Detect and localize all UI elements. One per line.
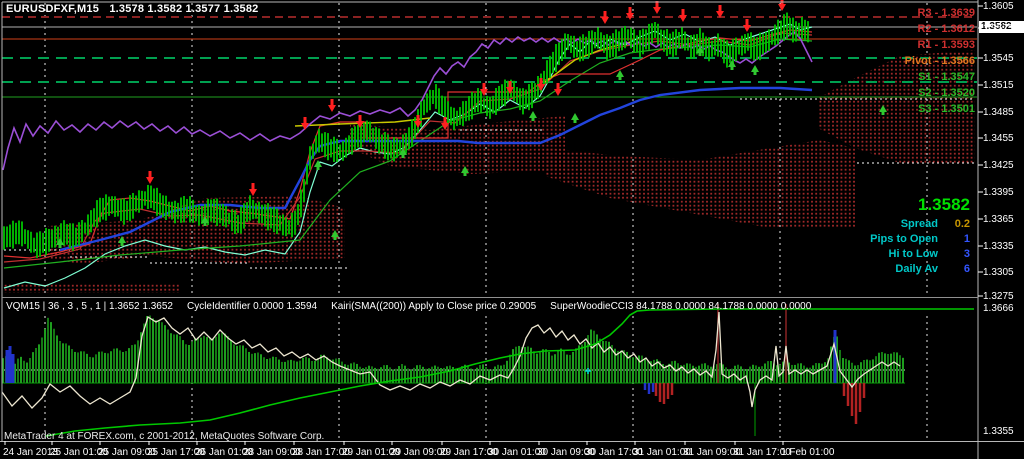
price-scale-label: 1.3575 (983, 23, 1014, 34)
indicator-header: VQM15 | 36 , 3 , 5 , 1 | 1.3652 1.3652 Cy… (6, 301, 825, 312)
stat-value: 0.2 (938, 218, 970, 230)
stat-label: Hi to Low (889, 248, 939, 260)
indicator-scale-label: 1.3666 (983, 303, 1014, 314)
stat-value: 1 (938, 233, 970, 245)
price-scale-label: 1.3515 (983, 80, 1014, 91)
indicator-scale-label: 1.3355 (983, 426, 1014, 437)
price-scale-label: 1.3365 (983, 214, 1014, 225)
indicator-header-segment: VQM15 | 36 , 3 , 5 , 1 | 1.3652 1.3652 (6, 301, 173, 312)
price-scale-label: 1.3275 (983, 291, 1014, 302)
price-scale-label: 1.3425 (983, 160, 1014, 171)
pivot-level-label: R2 - 1.3612 (918, 24, 975, 35)
price-scale-label: 1.3335 (983, 241, 1014, 252)
market-stat-row: Pips to Open1 (800, 233, 970, 245)
stat-label: Daily Av (895, 263, 938, 275)
indicator-header-segment: CycleIdentifier 0.0000 1.3594 (187, 301, 317, 312)
price-scale-label: 1.3395 (983, 187, 1014, 198)
market-stat-row: Daily Av6 (800, 263, 970, 275)
stat-label: Spread (901, 218, 938, 230)
price-scale-label: 1.3485 (983, 107, 1014, 118)
price-scale-label: 1.3455 (983, 133, 1014, 144)
pivot-level-label: R1 - 1.3593 (918, 40, 975, 51)
pivot-level-label: S1 - 1.3547 (918, 72, 975, 83)
symbol-timeframe-label: EURUSDFXF,M15 (6, 3, 99, 15)
ohlc-values-label: 1.3578 1.3582 1.3577 1.3582 (109, 3, 258, 15)
price-scale-label: 1.3545 (983, 53, 1014, 64)
pivot-level-label: Pivot - 1.3566 (905, 56, 975, 67)
indicator-panel-plot[interactable] (2, 298, 978, 441)
pivot-level-label: R3 - 1.3639 (918, 8, 975, 19)
stat-value: 3 (938, 248, 970, 260)
stat-value: 6 (938, 263, 970, 275)
last-price-readout: 1.3582 (918, 196, 970, 214)
price-scale-label: 1.3305 (983, 267, 1014, 278)
status-bar-copyright: MetaTrader 4 at FOREX.com, c 2001-2012, … (4, 431, 324, 442)
time-axis-label: 1 Feb 01:00 (781, 447, 834, 458)
pivot-level-label: S3 - 1.3501 (918, 104, 975, 115)
indicator-header-segment: Kairi(SMA((200)) Apply to Close price 0.… (331, 301, 536, 312)
chart-title: EURUSDFXF,M15 1.3578 1.3582 1.3577 1.358… (6, 4, 258, 15)
pivot-level-label: S2 - 1.3520 (918, 88, 975, 99)
price-scale-label: 1.3605 (983, 1, 1014, 12)
indicator-header-segment: SuperWoodieCCI3 84.1788 0.0000 84.1788 0… (550, 301, 811, 312)
mt4-chart-window: EURUSDFXF,M15 1.3578 1.3582 1.3577 1.358… (0, 0, 1024, 459)
market-stat-row: Spread0.2 (800, 218, 970, 230)
stat-label: Pips to Open (870, 233, 938, 245)
market-stat-row: Hi to Low3 (800, 248, 970, 260)
